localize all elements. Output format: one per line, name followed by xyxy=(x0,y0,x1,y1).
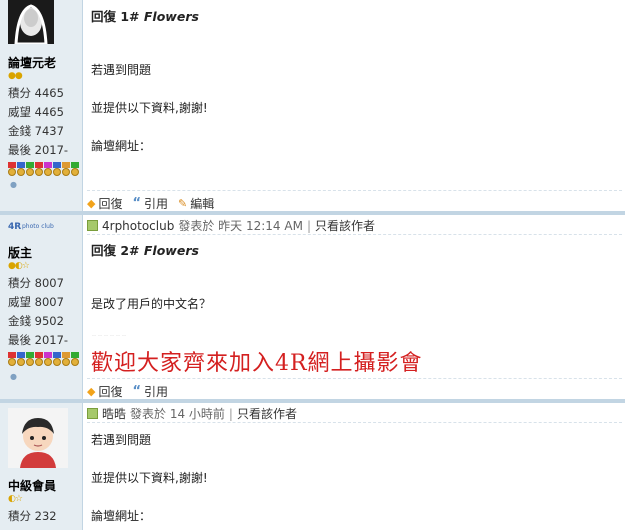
user-rank: 版主 xyxy=(8,246,33,260)
stat-points: 積分 8007 xyxy=(8,276,64,290)
post-line: 並提供以下資料,謝謝! xyxy=(91,471,208,485)
author-link[interactable]: 4rphotoclub xyxy=(102,219,174,233)
post-actions: ◆ 回復 “引用 ✎ 編輯 xyxy=(87,195,214,212)
post-line: 是改了用戶的中文名？ xyxy=(91,297,212,311)
user-sidebar: 論壇元老 ●● 積分 4465 威望 4465 金錢 7437 最後 2017-… xyxy=(0,0,83,215)
stat-points: 積分 4465 xyxy=(8,86,64,100)
post-line: 並提供以下資料,謝謝! xyxy=(91,101,208,115)
avatar[interactable]: 4R photo club xyxy=(8,220,68,232)
signature-divider: ﹉﹉﹉﹉﹉﹉ xyxy=(91,335,128,342)
reply-button[interactable]: ◆ 回復 xyxy=(87,383,122,400)
post-line: 若遇到問題 xyxy=(91,433,152,447)
reply-icon: ◆ xyxy=(87,197,96,210)
quote-button[interactable]: “引用 xyxy=(132,383,168,400)
stat-prestige: 威望 4465 xyxy=(8,105,64,119)
svg-text:photo club: photo club xyxy=(22,223,54,230)
stat-money: 金錢 9502 xyxy=(8,314,64,328)
post-actions: ◆ 回復 “引用 xyxy=(87,383,168,400)
rank-stars-icon: ◐☆ xyxy=(8,494,23,504)
avatar[interactable] xyxy=(8,408,68,468)
stat-money: 金錢 7437 xyxy=(8,124,64,138)
pin-icon: ● xyxy=(10,372,17,381)
divider xyxy=(87,234,622,235)
divider xyxy=(87,190,622,191)
post-line: 論壇網址： xyxy=(91,139,152,153)
edit-icon: ✎ xyxy=(178,197,188,210)
stat-last: 最後 2017- xyxy=(8,143,69,157)
post-3: 中級會員 ◐☆ 積分 232 晧晧 發表於 14 小時前 | 只看該作者 若遇到… xyxy=(0,403,625,530)
divider xyxy=(87,422,622,423)
meta-separator: | xyxy=(306,218,311,233)
user-sidebar: 4R photo club 版主 ●◐☆ 積分 8007 威望 8007 金錢 … xyxy=(0,215,83,405)
stat-points: 積分 232 xyxy=(8,509,57,523)
only-author-link[interactable]: 只看該作者 xyxy=(237,405,297,422)
reply-target-name[interactable]: Flowers xyxy=(144,243,199,258)
post-2: 4R photo club 版主 ●◐☆ 積分 8007 威望 8007 金錢 … xyxy=(0,215,625,405)
quote-icon: “ xyxy=(132,196,142,211)
reply-title: 回復 1# Flowers xyxy=(91,9,199,24)
post-time: 發表於 昨天 12:14 AM xyxy=(178,219,303,233)
post-meta: 晧晧 發表於 14 小時前 | 只看該作者 xyxy=(87,405,297,422)
post-line: 論壇網址： xyxy=(91,509,152,523)
reply-button[interactable]: ◆ 回復 xyxy=(87,195,122,212)
meta-separator: | xyxy=(228,406,233,421)
pin-icon: ● xyxy=(10,180,17,189)
only-author-link[interactable]: 只看該作者 xyxy=(315,217,375,234)
user-sidebar: 中級會員 ◐☆ 積分 232 xyxy=(0,403,83,530)
rank-stars-icon: ●◐☆ xyxy=(8,261,30,271)
online-icon xyxy=(87,220,98,231)
medals-icon xyxy=(8,162,79,178)
divider xyxy=(87,378,622,379)
post-meta: 4rphotoclub 發表於 昨天 12:14 AM | 只看該作者 xyxy=(87,217,375,234)
post-1: 論壇元老 ●● 積分 4465 威望 4465 金錢 7437 最後 2017-… xyxy=(0,0,625,215)
user-rank: 中級會員 xyxy=(8,479,57,493)
quote-button[interactable]: “引用 xyxy=(132,195,168,212)
author-link[interactable]: 晧晧 xyxy=(102,405,126,422)
post-time: 發表於 14 小時前 xyxy=(130,407,225,421)
reply-target-name[interactable]: Flowers xyxy=(144,9,199,24)
online-icon xyxy=(87,408,98,419)
reply-icon: ◆ xyxy=(87,385,96,398)
signature-banner: 歡迎大家齊來加入4R網上攝影會 xyxy=(91,351,423,376)
post-line: 若遇到問題 xyxy=(91,63,152,77)
stat-prestige: 威望 8007 xyxy=(8,295,64,309)
medals-icon xyxy=(8,352,79,368)
reply-title: 回復 2# Flowers xyxy=(91,243,199,258)
svg-text:4R: 4R xyxy=(8,222,21,232)
avatar[interactable] xyxy=(8,0,54,44)
stat-last: 最後 2017- xyxy=(8,333,69,347)
user-rank: 論壇元老 xyxy=(8,56,57,70)
rank-stars-icon: ●● xyxy=(8,71,23,81)
edit-button[interactable]: ✎ 編輯 xyxy=(178,195,214,212)
quote-icon: “ xyxy=(132,384,142,399)
